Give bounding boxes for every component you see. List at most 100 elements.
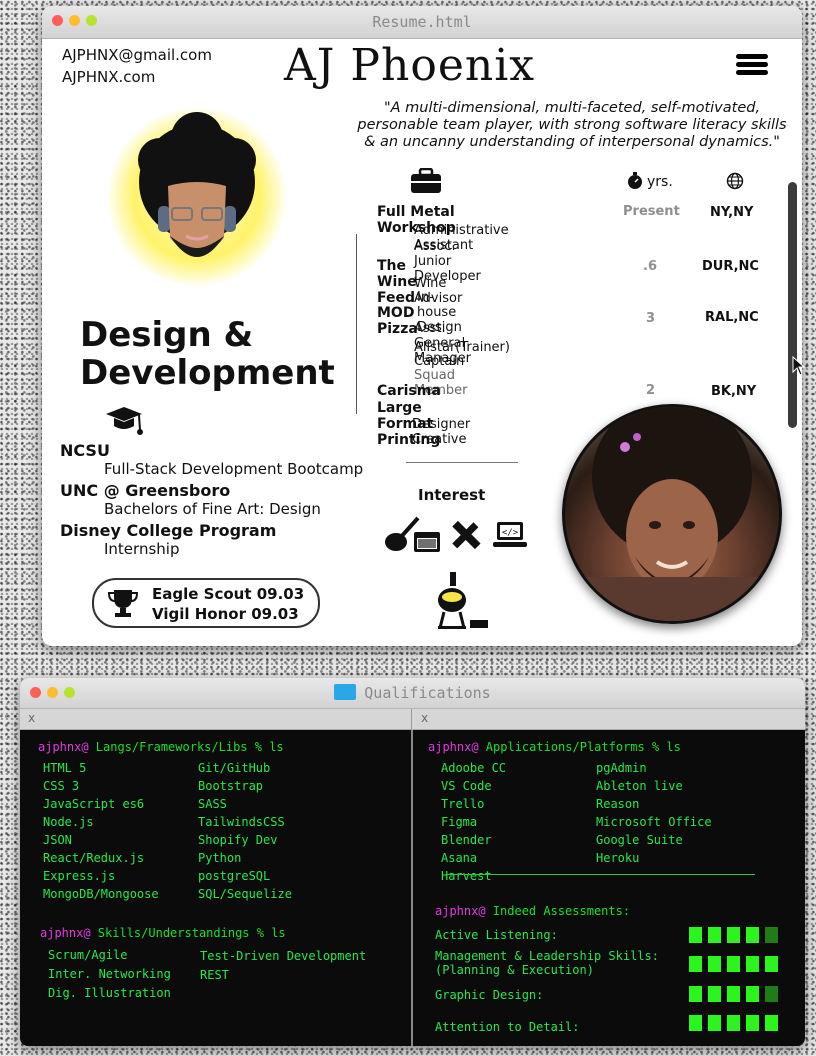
terminal-prompt: ajphnx@ Skills/Understandings % ls — [40, 926, 286, 940]
list-item: REST — [200, 968, 229, 982]
qualifications-window: Qualifications x x ajphnx@ Langs/Framewo… — [20, 678, 805, 1046]
rating-segment — [746, 927, 759, 943]
education-program: Internship — [104, 540, 180, 558]
assessment-label: Active Listening: — [435, 928, 558, 942]
list-item: Inter. Networking — [48, 967, 171, 981]
folder-icon — [334, 684, 357, 700]
contact-info: AJPHNX@gmail.com AJPHNX.com — [62, 44, 212, 88]
list-item: SASS — [198, 797, 227, 811]
skills-column-1: Scrum/Agile Inter. Networking Dig. Illus… — [48, 946, 171, 1003]
window-title: Qualifications — [20, 684, 805, 702]
rating-bars — [689, 927, 778, 943]
trophy-icon — [108, 590, 138, 617]
list-item: Asana — [441, 851, 478, 865]
skills-column-2: Test-Driven Development REST — [200, 947, 366, 985]
close-tab-button[interactable]: x — [421, 711, 428, 725]
awards-text: Eagle Scout 09.03 Vigil Honor 09.03 — [152, 584, 304, 624]
rating-segment — [765, 927, 778, 943]
list-item: React/Redux.js — [43, 851, 145, 865]
list-item: Test-Driven Development — [200, 949, 367, 963]
list-item: Express.js — [43, 869, 116, 883]
work-company: MOD Pizza — [377, 305, 418, 337]
list-item: Blender — [441, 833, 492, 847]
rating-segment — [727, 1015, 740, 1031]
graduation-cap-icon — [106, 407, 143, 435]
work-years: Present — [623, 204, 680, 219]
profile-photo — [562, 404, 782, 624]
role-line-2: Development — [80, 353, 335, 393]
globe-icon — [726, 172, 744, 190]
prompt-user: ajphnx@ — [428, 740, 479, 754]
interest-heading: Interest — [418, 486, 486, 504]
prompt-command: Langs/Frameworks/Libs % ls — [88, 740, 284, 754]
guitar-amp-icon — [385, 516, 440, 552]
role-heading: Design & Development — [80, 316, 335, 392]
terminal-prompt: ajphnx@ Langs/Frameworks/Libs % ls — [38, 740, 284, 754]
list-item: Figma — [441, 815, 478, 829]
apps-column-2: pgAdmin Ableton live Reason Microsoft Of… — [596, 759, 712, 867]
list-item: HTML 5 — [43, 761, 87, 775]
rating-segment — [708, 1015, 721, 1031]
prompt-user: ajphnx@ — [435, 904, 486, 918]
awards-badge: Eagle Scout 09.03 Vigil Honor 09.03 — [92, 578, 320, 628]
list-item: Scrum/Agile — [48, 948, 128, 962]
list-item: Trello — [441, 797, 485, 811]
work-years: .6 — [643, 259, 657, 274]
role-line-1: Design & — [80, 315, 254, 355]
list-item: Dig. Illustration — [48, 986, 171, 1000]
resume-window: Resume.html AJPHNX@gmail.com AJPHNX.com … — [42, 6, 802, 646]
education-list: NCSU Full-Stack Development Bootcamp UNC… — [60, 438, 363, 560]
vertical-scrollbar[interactable] — [788, 182, 797, 428]
section-divider — [406, 462, 518, 463]
prompt-user: ajphnx@ — [40, 926, 91, 940]
list-item: Git/GitHub — [198, 761, 271, 775]
qualifications-titlebar[interactable]: Qualifications — [20, 678, 805, 709]
list-item: Adoobe CC — [441, 761, 507, 775]
tab-right-pane[interactable]: x — [413, 709, 805, 729]
briefcase-icon — [411, 168, 441, 193]
list-item: Shopify Dev — [198, 833, 278, 847]
years-column-label: yrs. — [647, 174, 673, 190]
work-location: DUR,NC — [702, 259, 759, 274]
rating-segment — [689, 927, 702, 943]
terminal-prompt: ajphnx@ Applications/Platforms % ls — [428, 740, 681, 754]
assessment-label: Attention to Detail: — [435, 1020, 580, 1034]
work-role: Allstar(Trainer) — [414, 340, 510, 355]
stopwatch-icon — [628, 172, 642, 189]
rating-segment — [765, 1015, 778, 1031]
assessment-label: Graphic Design: — [435, 988, 544, 1002]
work-divider-line — [356, 234, 357, 414]
rating-segment — [727, 986, 740, 1002]
window-title-text: Qualifications — [364, 684, 491, 702]
langs-column-2: Git/GitHub Bootstrap SASS TailwindsCSS S… — [198, 759, 292, 903]
work-years: 3 — [646, 311, 656, 326]
resume-titlebar[interactable]: Resume.html — [42, 6, 802, 39]
assessments-heading: Indeed Assessments: — [485, 904, 631, 918]
prompt-user: ajphnx@ — [38, 740, 89, 754]
work-company: Carisma — [377, 383, 441, 399]
apps-column-1: Adoobe CC VS Code Trello Figma Blender A… — [441, 759, 506, 885]
terminal-prompt: ajphnx@ Indeed Assessments: — [435, 904, 630, 918]
grill-icon — [438, 572, 488, 629]
mission-quote: "A multi-dimensional, multi-faceted, sel… — [357, 100, 787, 150]
website-link[interactable]: AJPHNX.com — [62, 66, 212, 88]
work-role: Designer — [412, 417, 471, 432]
list-item: JavaScript es6 — [43, 797, 145, 811]
rating-segment — [746, 1015, 759, 1031]
pencil-ruler-icon — [452, 520, 481, 550]
tab-left-pane[interactable]: x — [20, 709, 412, 729]
pane-divider[interactable] — [411, 730, 413, 1046]
close-tab-button[interactable]: x — [28, 711, 35, 725]
list-item: pgAdmin — [596, 761, 647, 775]
rating-bars — [689, 986, 778, 1002]
rating-segment — [708, 986, 721, 1002]
work-location: RAL,NC — [705, 310, 759, 325]
work-role: Creative — [412, 432, 467, 447]
education-school: NCSU — [60, 441, 110, 460]
terminal-tab-bar: x x — [20, 709, 805, 730]
award-item: Eagle Scout 09.03 — [152, 585, 305, 603]
mouse-cursor-icon — [792, 356, 806, 376]
hamburger-menu-icon[interactable] — [736, 54, 768, 76]
rating-segment — [727, 927, 740, 943]
email-link[interactable]: AJPHNX@gmail.com — [62, 44, 212, 66]
